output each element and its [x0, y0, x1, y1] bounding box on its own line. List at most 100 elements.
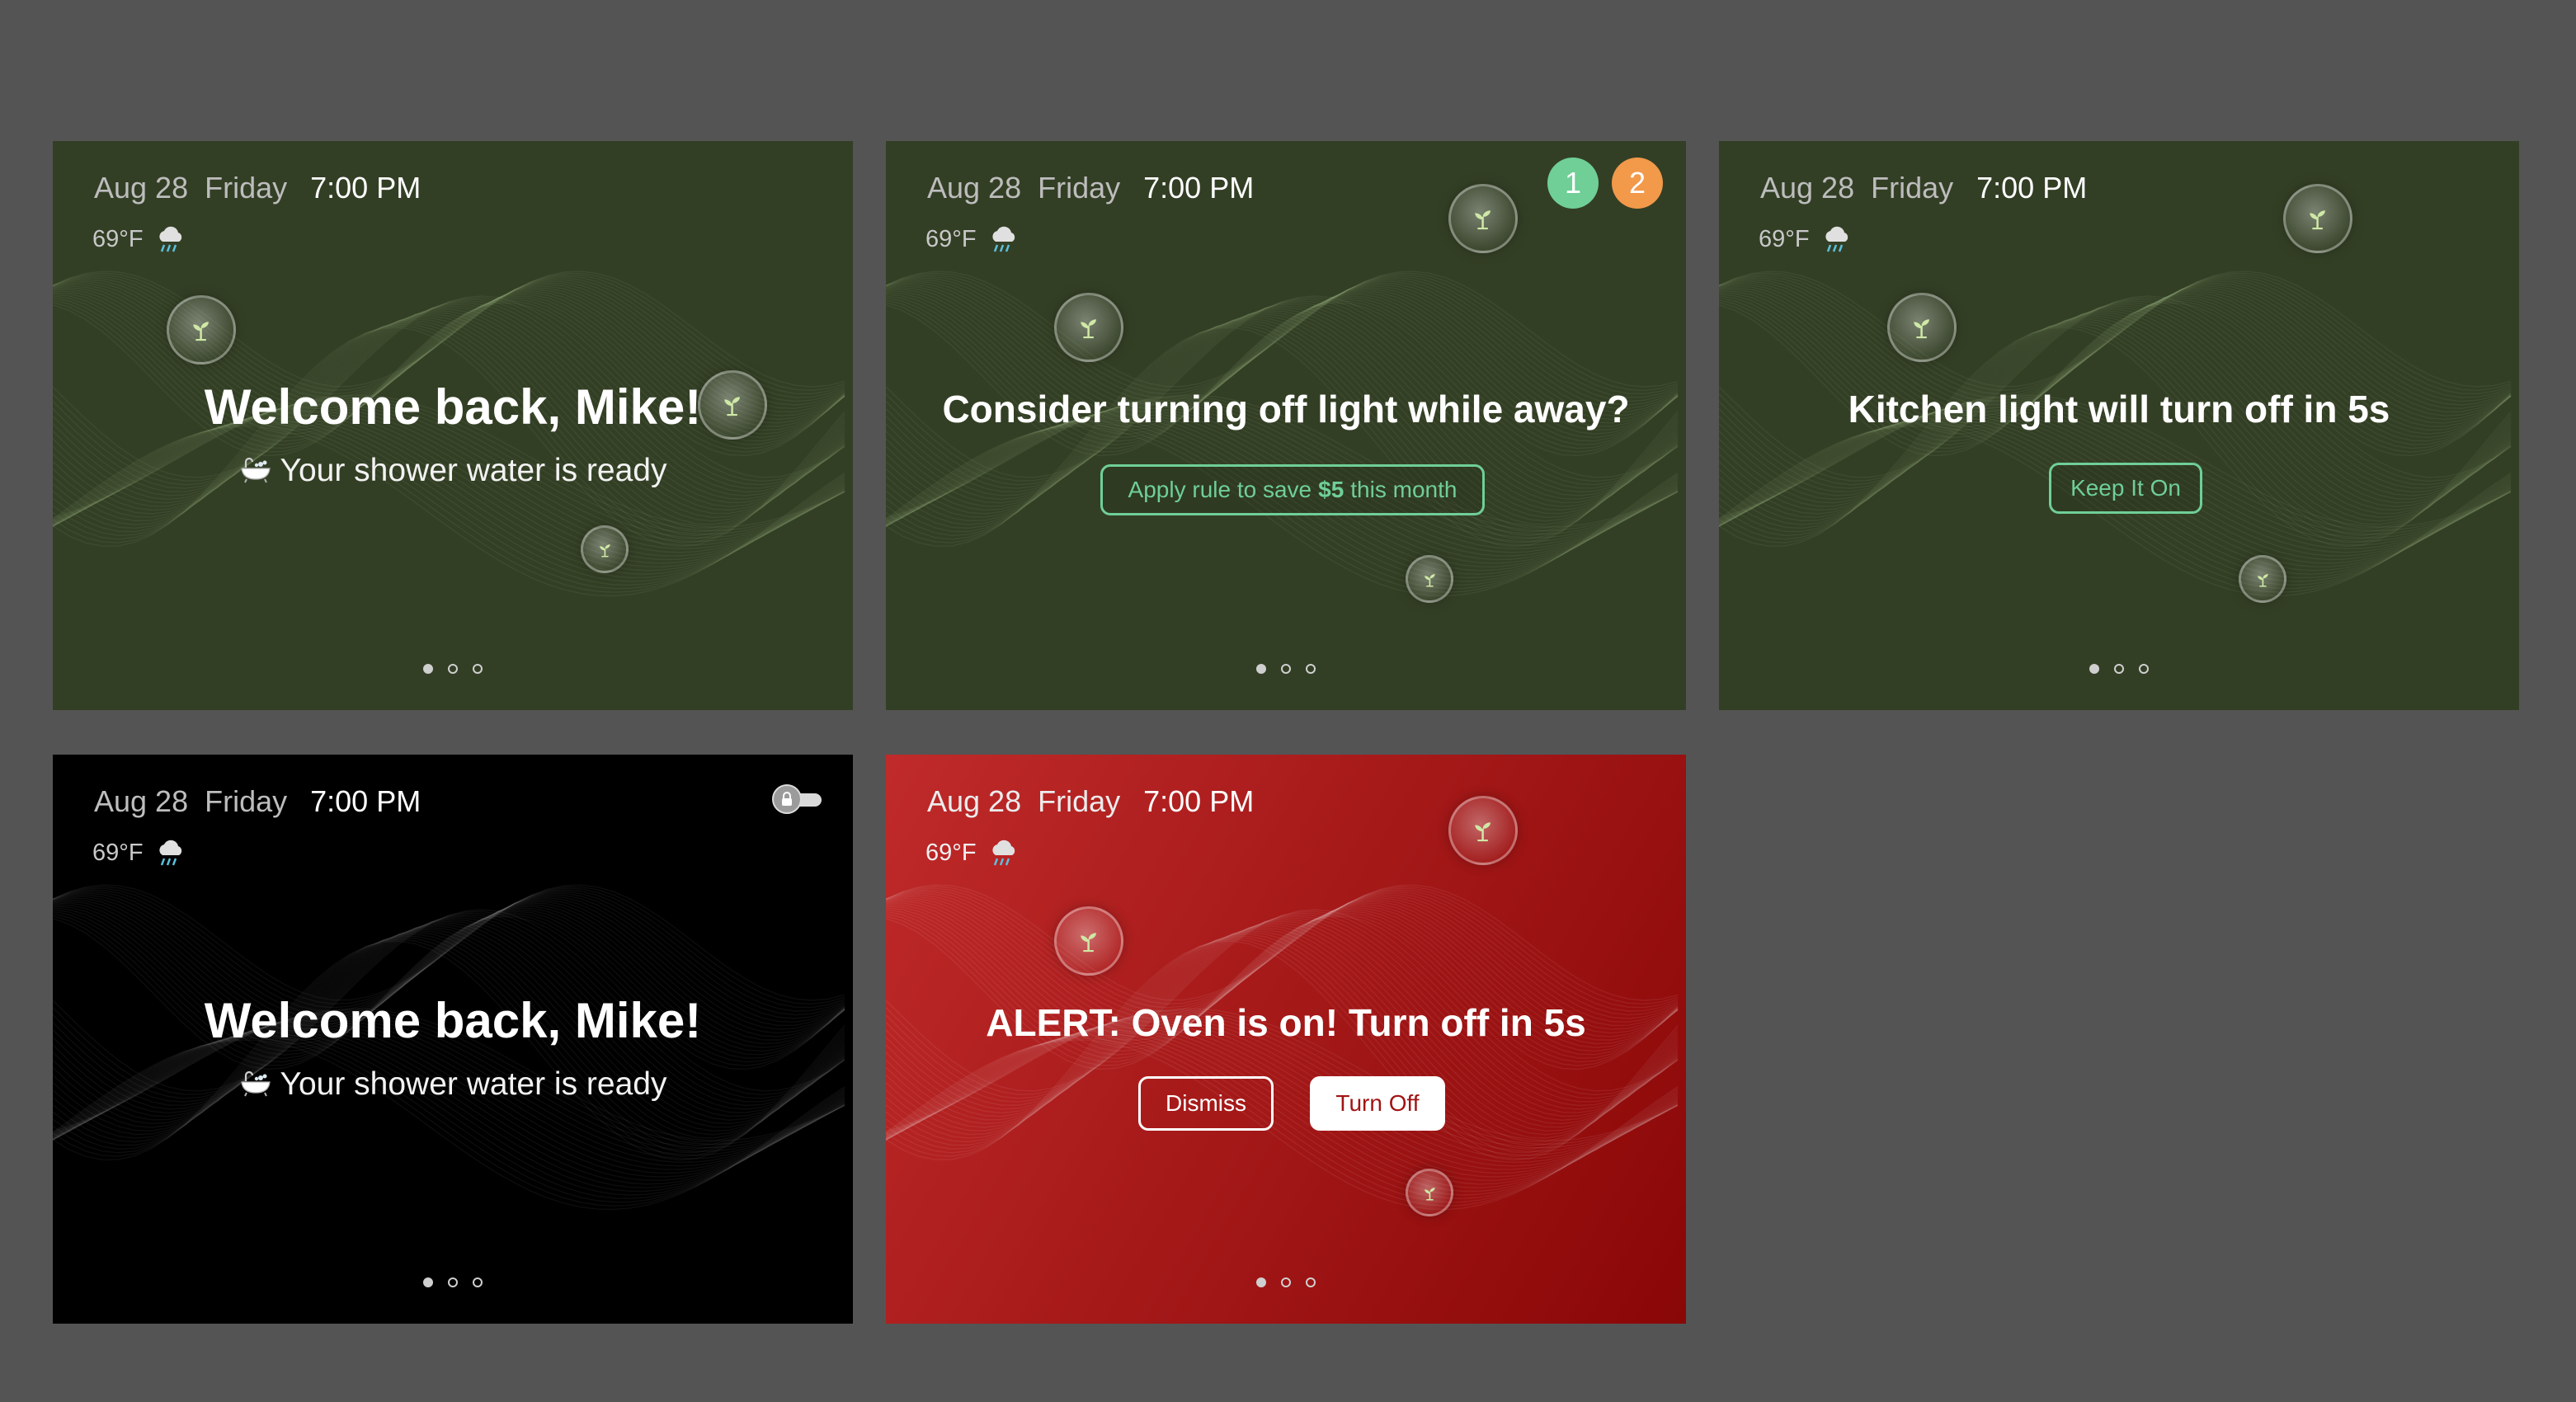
sprout-icon [2254, 571, 2272, 588]
sprout-icon [2305, 205, 2330, 231]
time-label: 7:00 PM [1143, 784, 1255, 818]
date-label: Aug 28 [927, 784, 1022, 818]
subtitle-line: Your shower water is ready [53, 453, 853, 489]
page-dot-2[interactable] [448, 1277, 458, 1287]
keep-it-on-button[interactable]: Keep It On [2049, 463, 2202, 514]
page-dot-1[interactable] [1256, 664, 1266, 674]
day-label: Friday [205, 784, 288, 818]
temperature-label: 69°F [925, 839, 977, 866]
date-time-header: Aug 28 Friday 7:00 PM [94, 171, 421, 205]
day-label: Friday [205, 171, 288, 205]
subtitle-text: Your shower water is ready [280, 1066, 667, 1102]
sprout-icon [1076, 314, 1101, 340]
card-welcome-green: Aug 28 Friday 7:00 PM 69°F Welcome back, M… [53, 141, 853, 710]
rain-cloud-icon [988, 225, 1020, 253]
wave-line [886, 1034, 1679, 1200]
bubble-plant-icon[interactable] [1448, 184, 1518, 253]
page-dot-2[interactable] [1281, 664, 1291, 674]
notification-badge-1[interactable]: 1 [1547, 158, 1599, 209]
bubble-plant-icon[interactable] [1054, 293, 1123, 362]
weather-readout: 69°F [925, 225, 1020, 253]
card-suggestion-green: Aug 28 Friday 7:00 PM 69°F 1 2 Consider tu… [886, 141, 1686, 710]
page-dot-2[interactable] [448, 664, 458, 674]
day-label: Friday [1038, 784, 1121, 818]
bubble-plant-icon[interactable] [1054, 906, 1123, 976]
dismiss-button[interactable]: Dismiss [1138, 1076, 1274, 1131]
day-label: Friday [1871, 171, 1954, 205]
weather-readout: 69°F [1759, 225, 1853, 253]
page-dot-1[interactable] [423, 664, 433, 674]
wave-line [886, 1023, 1679, 1174]
card-kitchen-light-green: Aug 28 Friday 7:00 PM 69°F Kitchen light w… [1719, 141, 2519, 710]
date-label: Aug 28 [94, 784, 189, 818]
temperature-label: 69°F [925, 225, 977, 252]
bubble-plant-icon[interactable] [1406, 555, 1453, 603]
apply-rule-suffix: this month [1350, 477, 1458, 502]
page-dot-3[interactable] [2139, 664, 2149, 674]
weather-readout: 69°F [92, 839, 186, 867]
pagination-dots [53, 664, 853, 674]
bathtub-icon [239, 1070, 272, 1098]
savings-amount: $5 [1318, 477, 1345, 502]
page-dot-3[interactable] [1306, 1277, 1316, 1287]
sprout-icon [1909, 314, 1934, 340]
card-welcome-black: Aug 28 Friday 7:00 PM 69°F Welcome back, M… [53, 755, 853, 1324]
weather-readout: 69°F [925, 839, 1020, 867]
pagination-dots [886, 664, 1686, 674]
subtitle-line: Your shower water is ready [53, 1066, 853, 1103]
time-label: 7:00 PM [310, 784, 421, 818]
rain-cloud-icon [155, 225, 186, 253]
date-label: Aug 28 [1760, 171, 1855, 205]
temperature-label: 69°F [92, 225, 144, 252]
time-label: 7:00 PM [310, 171, 421, 205]
bubble-plant-icon[interactable] [2239, 555, 2286, 603]
date-time-header: Aug 28 Friday 7:00 PM [1760, 171, 2087, 205]
rain-cloud-icon [988, 839, 1020, 867]
bubble-plant-icon[interactable] [1406, 1169, 1453, 1216]
bubble-plant-icon[interactable] [1887, 293, 1957, 362]
sprout-icon [1470, 205, 1495, 231]
turn-off-button[interactable]: Turn Off [1310, 1076, 1445, 1131]
page-dot-3[interactable] [1306, 664, 1316, 674]
temperature-label: 69°F [92, 839, 144, 866]
subtitle-text: Your shower water is ready [280, 453, 667, 488]
date-time-header: Aug 28 Friday 7:00 PM [927, 784, 1254, 819]
date-time-header: Aug 28 Friday 7:00 PM [94, 784, 421, 819]
page-dot-1[interactable] [423, 1277, 433, 1287]
sprout-icon [1076, 928, 1101, 953]
lock-icon [772, 784, 802, 814]
temperature-label: 69°F [1759, 225, 1810, 252]
page-dot-2[interactable] [1281, 1277, 1291, 1287]
page-dot-3[interactable] [473, 664, 483, 674]
apply-rule-prefix: Apply rule to save [1128, 477, 1312, 502]
wave-line [53, 1034, 845, 1200]
suggestion-title: Consider turning off light while away? [942, 388, 1630, 430]
page-dot-2[interactable] [2114, 664, 2124, 674]
card-alert-red: Aug 28 Friday 7:00 PM 69°F ALERT: Oven is … [886, 755, 1686, 1324]
bubble-plant-icon[interactable] [581, 525, 629, 573]
weather-readout: 69°F [92, 225, 186, 253]
pagination-dots [886, 1277, 1686, 1287]
wave-line [53, 421, 845, 586]
lock-toggle[interactable] [772, 784, 823, 814]
rain-cloud-icon [155, 839, 186, 867]
time-label: 7:00 PM [1976, 171, 2088, 205]
bubble-plant-icon[interactable] [2283, 184, 2352, 253]
sprout-icon [1421, 1184, 1439, 1202]
welcome-title: Welcome back, Mike! [204, 379, 702, 435]
welcome-title: Welcome back, Mike! [204, 993, 702, 1048]
page-dot-1[interactable] [1256, 1277, 1266, 1287]
sprout-icon [1470, 817, 1495, 843]
notification-badge-2[interactable]: 2 [1612, 158, 1663, 209]
bubble-plant-icon[interactable] [167, 295, 236, 365]
bubble-plant-icon[interactable] [1448, 796, 1518, 865]
page-dot-1[interactable] [2089, 664, 2099, 674]
apply-rule-button[interactable]: Apply rule to save $5 this month [1100, 464, 1485, 515]
page-dot-3[interactable] [473, 1277, 483, 1287]
rain-cloud-icon [1821, 225, 1853, 253]
date-label: Aug 28 [927, 171, 1022, 205]
date-label: Aug 28 [94, 171, 189, 205]
sprout-icon [596, 541, 614, 558]
time-label: 7:00 PM [1143, 171, 1255, 205]
sprout-icon [188, 317, 214, 342]
